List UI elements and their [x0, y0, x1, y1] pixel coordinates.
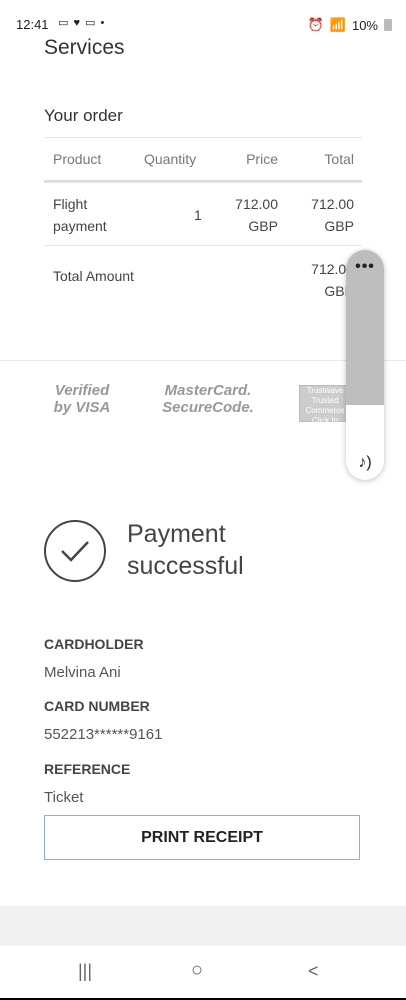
recents-icon[interactable]: |||: [78, 961, 92, 982]
battery-icon: [384, 19, 392, 31]
header-total: Total: [324, 151, 354, 167]
row-quantity: 1: [194, 207, 202, 223]
order-title: Your order: [44, 106, 123, 125]
table-header-row: Product Quantity Price Total: [44, 137, 362, 182]
mastercard-securecode-logo: MasterCard. SecureCode.: [162, 382, 254, 416]
trustwave-seal[interactable]: Trustwave Trusted Commerce Click to Vali…: [299, 385, 351, 435]
notification-icons: ▭ ♥ ▭ •: [58, 17, 106, 29]
card-number-value: 552213******9161: [44, 726, 163, 743]
checkmark-icon: [61, 541, 89, 562]
header-product: Product: [53, 151, 102, 167]
payment-status-text: Payment successful: [127, 520, 244, 580]
row-total: 712.00 GBP: [311, 196, 354, 234]
music-note-icon[interactable]: ♪): [346, 454, 384, 472]
more-options-icon[interactable]: •••: [346, 258, 384, 276]
system-nav-bar: ||| ○ <: [0, 946, 406, 998]
status-bar: 12:41 ▭ ♥ ▭ • ⏰ 📶 10%: [0, 0, 406, 36]
status-right: ⏰ 📶 10%: [308, 17, 392, 33]
verified-by-visa-logo: Verified by VISA: [53, 382, 111, 416]
row-price: 712.00 GBP: [235, 196, 278, 234]
card-number-label: CARD NUMBER: [44, 698, 150, 714]
total-amount-value: 712.00 GBP: [311, 261, 354, 299]
status-time: 12:41: [16, 17, 49, 32]
header-price: Price: [246, 151, 278, 167]
back-icon[interactable]: <: [308, 961, 319, 982]
order-table: Product Quantity Price Total Flight paym…: [44, 137, 362, 308]
print-receipt-button[interactable]: PRINT RECEIPT: [44, 815, 360, 860]
row-product: Flight payment: [53, 196, 107, 234]
home-icon[interactable]: ○: [191, 959, 203, 982]
wifi-signal-icon: 📶: [329, 17, 346, 32]
table-row: Flight payment 1 712.00 GBP 712.00 GBP: [44, 182, 362, 245]
alarm-icon: ⏰: [307, 17, 324, 32]
floating-volume-panel[interactable]: ••• ♪): [346, 250, 384, 480]
reference-value: Ticket: [44, 789, 84, 806]
total-amount-label: Total Amount: [53, 268, 134, 284]
cardholder-label: CARDHOLDER: [44, 636, 144, 652]
services-title: Services: [44, 36, 125, 59]
footer-band: [0, 906, 406, 946]
header-quantity: Quantity: [144, 151, 197, 167]
table-total-row: Total Amount 712.00 GBP: [44, 245, 362, 308]
cardholder-value: Melvina Ani: [44, 664, 121, 681]
battery-percent: 10%: [351, 17, 378, 33]
reference-label: REFERENCE: [44, 761, 131, 777]
checkmark-circle-icon: [44, 520, 106, 582]
